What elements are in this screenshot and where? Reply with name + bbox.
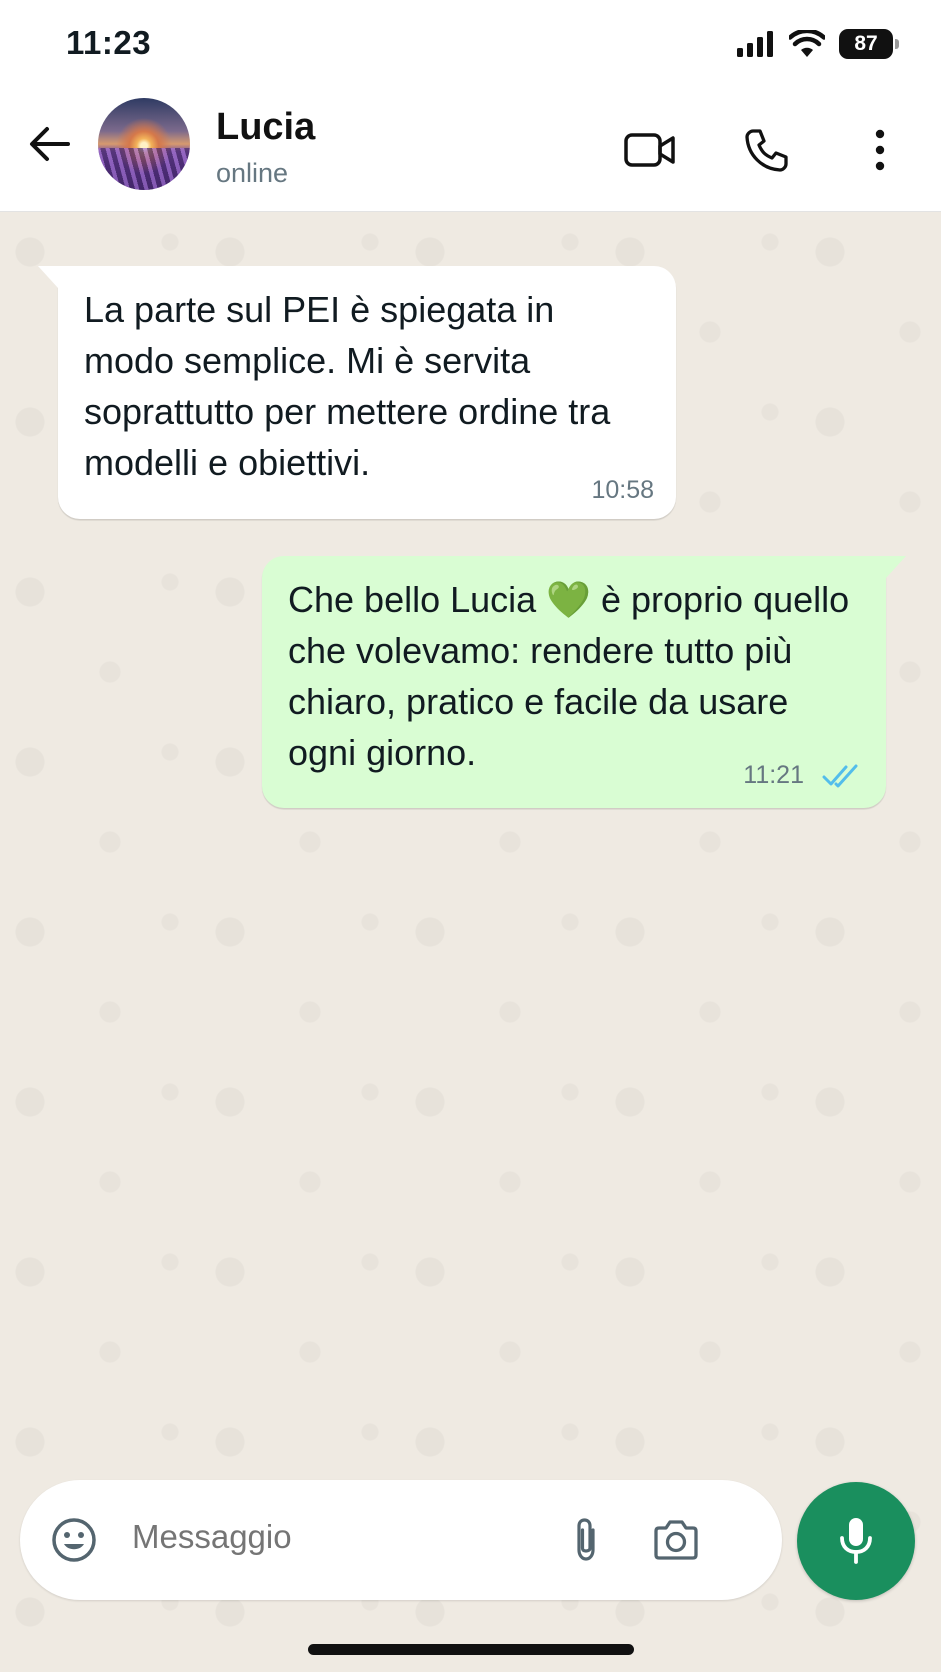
more-options-button[interactable] xyxy=(852,122,908,178)
emoji-button[interactable] xyxy=(44,1510,104,1570)
camera-button[interactable] xyxy=(646,1510,706,1570)
home-indicator[interactable] xyxy=(308,1644,634,1655)
voice-call-button[interactable] xyxy=(738,122,794,178)
video-call-icon xyxy=(624,133,675,167)
contact-status: online xyxy=(216,158,289,188)
avatar[interactable] xyxy=(98,98,190,190)
message-time: 10:58 xyxy=(591,476,654,504)
outgoing-message[interactable]: Che bello Lucia 💚 è proprio quello che v… xyxy=(262,556,906,808)
attach-icon xyxy=(577,1518,595,1561)
chat-header: Lucia online xyxy=(0,90,941,212)
battery-icon: 87 xyxy=(839,29,899,59)
status-icons: 87 xyxy=(737,26,899,62)
message-composer xyxy=(20,1480,782,1600)
message-time: 11:21 xyxy=(743,761,804,789)
voice-message-button[interactable] xyxy=(797,1482,915,1600)
emoji-icon xyxy=(52,1518,96,1562)
wifi-icon xyxy=(789,30,825,57)
message-text: La parte sul PEI è spiegata in modo semp… xyxy=(84,289,611,483)
signal-icon xyxy=(737,31,773,57)
back-button[interactable] xyxy=(24,118,76,170)
status-time: 11:23 xyxy=(66,24,152,61)
message-input[interactable] xyxy=(132,1518,532,1556)
contact-name[interactable]: Lucia xyxy=(216,106,315,149)
incoming-message[interactable]: La parte sul PEI è spiegata in modo semp… xyxy=(38,266,676,519)
back-arrow-icon xyxy=(30,127,70,161)
read-ticks-icon xyxy=(822,764,858,788)
mic-icon xyxy=(840,1518,872,1564)
status-bar: 11:23 87 xyxy=(0,0,941,90)
camera-icon xyxy=(654,1520,698,1560)
more-vert-icon xyxy=(875,129,885,171)
phone-icon xyxy=(745,129,788,172)
video-call-button[interactable] xyxy=(622,122,678,178)
message-text: Che bello Lucia 💚 è proprio quello che v… xyxy=(288,579,850,773)
battery-level: 87 xyxy=(854,32,878,55)
attach-button[interactable] xyxy=(556,1510,616,1570)
